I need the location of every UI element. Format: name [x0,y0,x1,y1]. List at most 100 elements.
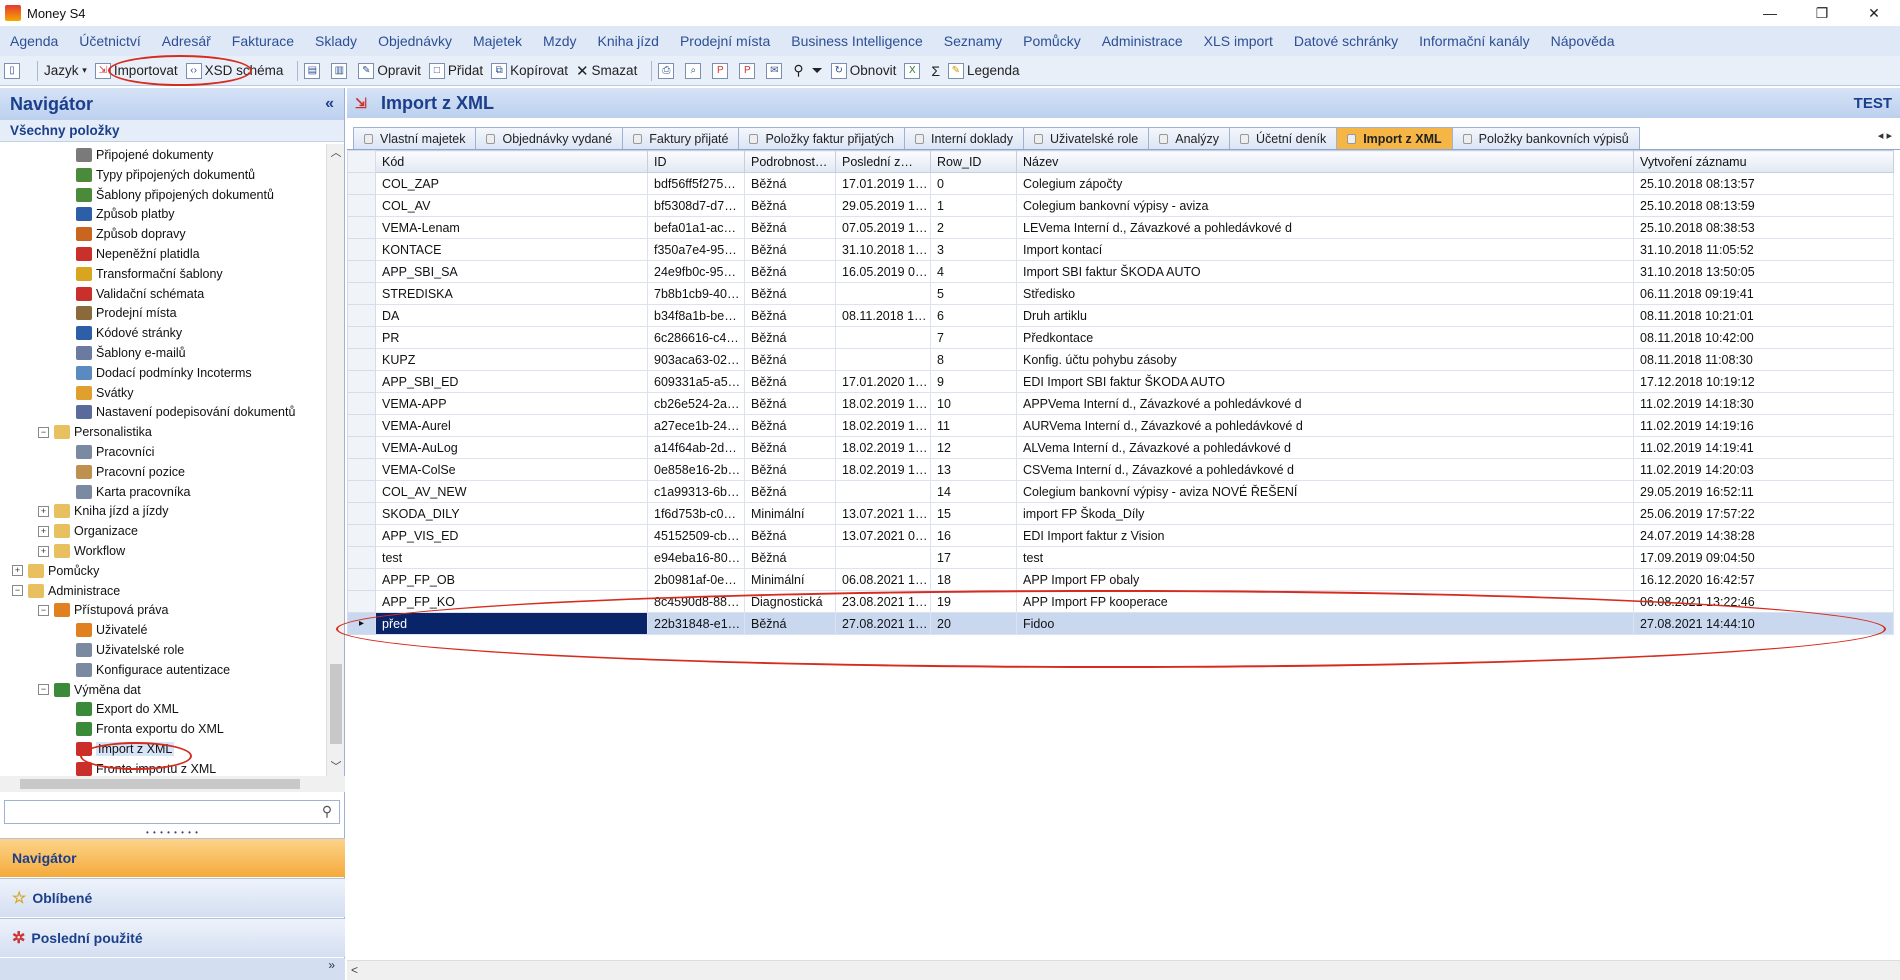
email-button[interactable]: ✉ [766,62,785,79]
tree-item[interactable]: Kódové stránky [76,323,182,343]
table-cell[interactable]: APP_SBI_SA [375,260,648,283]
table-cell[interactable]: 06.08.2021 13:22:46 [1633,590,1894,613]
table-cell[interactable]: Běžná [744,348,836,371]
table-cell[interactable]: 17.01.2019 1… [835,172,931,195]
table-cell[interactable]: 2b0981af-0e… [647,568,745,591]
menu-item[interactable]: Prodejní místa [680,33,770,49]
tree-item[interactable]: Typy připojených dokumentů [76,165,255,185]
table-cell[interactable]: bdf56ff5f275… [647,172,745,195]
tree-item[interactable]: − Personalistika [38,422,152,442]
table-cell[interactable]: Minimální [744,568,836,591]
menu-item[interactable]: Agenda [10,33,58,49]
row-indicator[interactable] [347,304,376,327]
menu-item[interactable]: Sklady [315,33,357,49]
table-row[interactable]: KUPZ 903aca63-02… Běžná 8 Konfig. účtu pohyb… [347,348,1894,371]
table-cell[interactable] [835,546,931,569]
table-cell[interactable]: test [1016,546,1634,569]
table-cell[interactable]: APP_FP_OB [375,568,648,591]
table-cell[interactable]: 18.02.2019 1… [835,392,931,415]
table-cell[interactable]: 25.10.2018 08:38:53 [1633,216,1894,239]
row-indicator[interactable] [347,370,376,393]
collapse-icon[interactable]: − [38,684,49,696]
table-cell[interactable]: 25.10.2018 08:13:59 [1633,194,1894,217]
tree-item[interactable]: + Workflow [38,541,125,561]
tree-item[interactable]: Uživatelské role [76,640,184,660]
find-button[interactable]: ⚲ [793,62,803,79]
tree-item[interactable]: Uživatelé [76,620,147,640]
refresh-button[interactable]: ↻ Obnovit [830,62,896,79]
table-cell[interactable]: 17 [930,546,1017,569]
table-cell[interactable]: 17.12.2018 10:19:12 [1633,370,1894,393]
table-cell[interactable]: a27ece1b-24… [647,414,745,437]
tree-item[interactable]: Import z XML [76,739,175,759]
table-cell[interactable]: APPVema Interní d., Závazkové a pohledáv… [1016,392,1634,415]
table-row[interactable]: VEMA-Aurel a27ece1b-24… Běžná 18.02.2019 1…… [347,414,1894,437]
table-cell[interactable]: Běžná [744,282,836,305]
scroll-left-icon[interactable]: < [351,963,358,977]
column-header[interactable]: Kód [375,150,648,173]
table-cell[interactable]: 08.11.2018 11:08:30 [1633,348,1894,371]
table-cell[interactable]: Colegium bankovní výpisy - aviza NOVÉ ŘE… [1016,480,1634,503]
column-header[interactable]: Podrobnost… [744,150,836,173]
table-cell[interactable]: 18.02.2019 1… [835,458,931,481]
table-cell[interactable]: bf5308d7-d7… [647,194,745,217]
add-button[interactable]: □ Přidat [428,62,483,79]
table-cell[interactable]: 18.02.2019 1… [835,414,931,437]
panel-favorites-button[interactable]: ☆ Oblíbené [0,878,345,917]
expand-icon[interactable]: + [38,525,49,537]
table-cell[interactable]: 16.12.2020 16:42:57 [1633,568,1894,591]
collapse-icon[interactable]: − [12,585,23,597]
tab-scroll-arrows[interactable]: ◂ ▸ [1878,129,1892,142]
table-cell[interactable]: STREDISKA [375,282,648,305]
table-cell[interactable]: Konfig. účtu pohybu zásoby [1016,348,1634,371]
table-cell[interactable]: Druh artiklu [1016,304,1634,327]
filter-button[interactable]: ⏷ [812,62,823,79]
tree-item[interactable]: Fronta exportu do XML [76,719,224,739]
pdf-save-button[interactable]: P [739,62,758,79]
navigator-search-input[interactable]: ⚲ [4,800,340,824]
search-icon[interactable]: ⚲ [317,803,337,821]
copy-button[interactable]: ⧉ Kopírovat [491,62,568,79]
table-cell[interactable]: Běžná [744,238,836,261]
table-cell[interactable]: b34f8a1b-be… [647,304,745,327]
table-cell[interactable]: EDI Import SBI faktur ŠKODA AUTO [1016,370,1634,393]
table-cell[interactable]: 609331a5-a5… [647,370,745,393]
table-cell[interactable]: e94eba16-80… [647,546,745,569]
table-cell[interactable]: 24.07.2019 14:38:28 [1633,524,1894,547]
menu-item[interactable]: Seznamy [944,33,1002,49]
row-indicator[interactable] [347,546,376,569]
table-cell[interactable]: Středisko [1016,282,1634,305]
table-row[interactable]: PR 6c286616-c4… Běžná 7 Předkontace 08.11.201… [347,326,1894,349]
table-row[interactable]: COL_AV_NEW c1a99313-6b… Běžná 14 Colegium ba… [347,480,1894,503]
scroll-up-icon[interactable]: ︿ [327,144,345,162]
table-cell[interactable]: 8 [930,348,1017,371]
menu-item[interactable]: Datové schránky [1294,33,1398,49]
table-cell[interactable]: Import SBI faktur ŠKODA AUTO [1016,260,1634,283]
pdf-button[interactable]: P [712,62,731,79]
table-cell[interactable]: 3 [930,238,1017,261]
menu-item[interactable]: Administrace [1102,33,1183,49]
table-cell[interactable]: COL_AV_NEW [375,480,648,503]
table-cell[interactable]: 17.09.2019 09:04:50 [1633,546,1894,569]
menu-item[interactable]: Majetek [473,33,522,49]
table-cell[interactable] [835,480,931,503]
tab-item[interactable]: Položky bankovních výpisů [1451,127,1640,149]
table-cell[interactable]: EDI Import faktur z Vision [1016,524,1634,547]
tree-item[interactable]: + Kniha jízd a jízdy [38,501,169,521]
table-cell[interactable]: KONTACE [375,238,648,261]
table-cell[interactable]: Běžná [744,524,836,547]
table-row[interactable]: ▸ před 22b31848-e1… Běžná 27.08.2021 1… 20 Fid… [347,612,1894,635]
maximize-button[interactable]: ❐ [1796,0,1848,26]
table-cell[interactable]: APP Import FP obaly [1016,568,1634,591]
close-button[interactable]: ✕ [1848,0,1900,26]
row-indicator[interactable] [347,392,376,415]
table-cell[interactable]: SKODA_DILY [375,502,648,525]
save-button[interactable]: ▤ [304,62,323,79]
table-row[interactable]: DA b34f8a1b-be… Běžná 08.11.2018 1… 6 Druh ar… [347,304,1894,327]
table-cell[interactable]: 11.02.2019 14:19:16 [1633,414,1894,437]
table-cell[interactable]: 29.05.2019 16:52:11 [1633,480,1894,503]
collapse-navigator-button[interactable]: « [325,95,334,113]
table-cell[interactable] [835,348,931,371]
tree-item[interactable]: Transformační šablony [76,264,223,284]
table-row[interactable]: test e94eba16-80… Běžná 17 test 17.09.2019 09… [347,546,1894,569]
